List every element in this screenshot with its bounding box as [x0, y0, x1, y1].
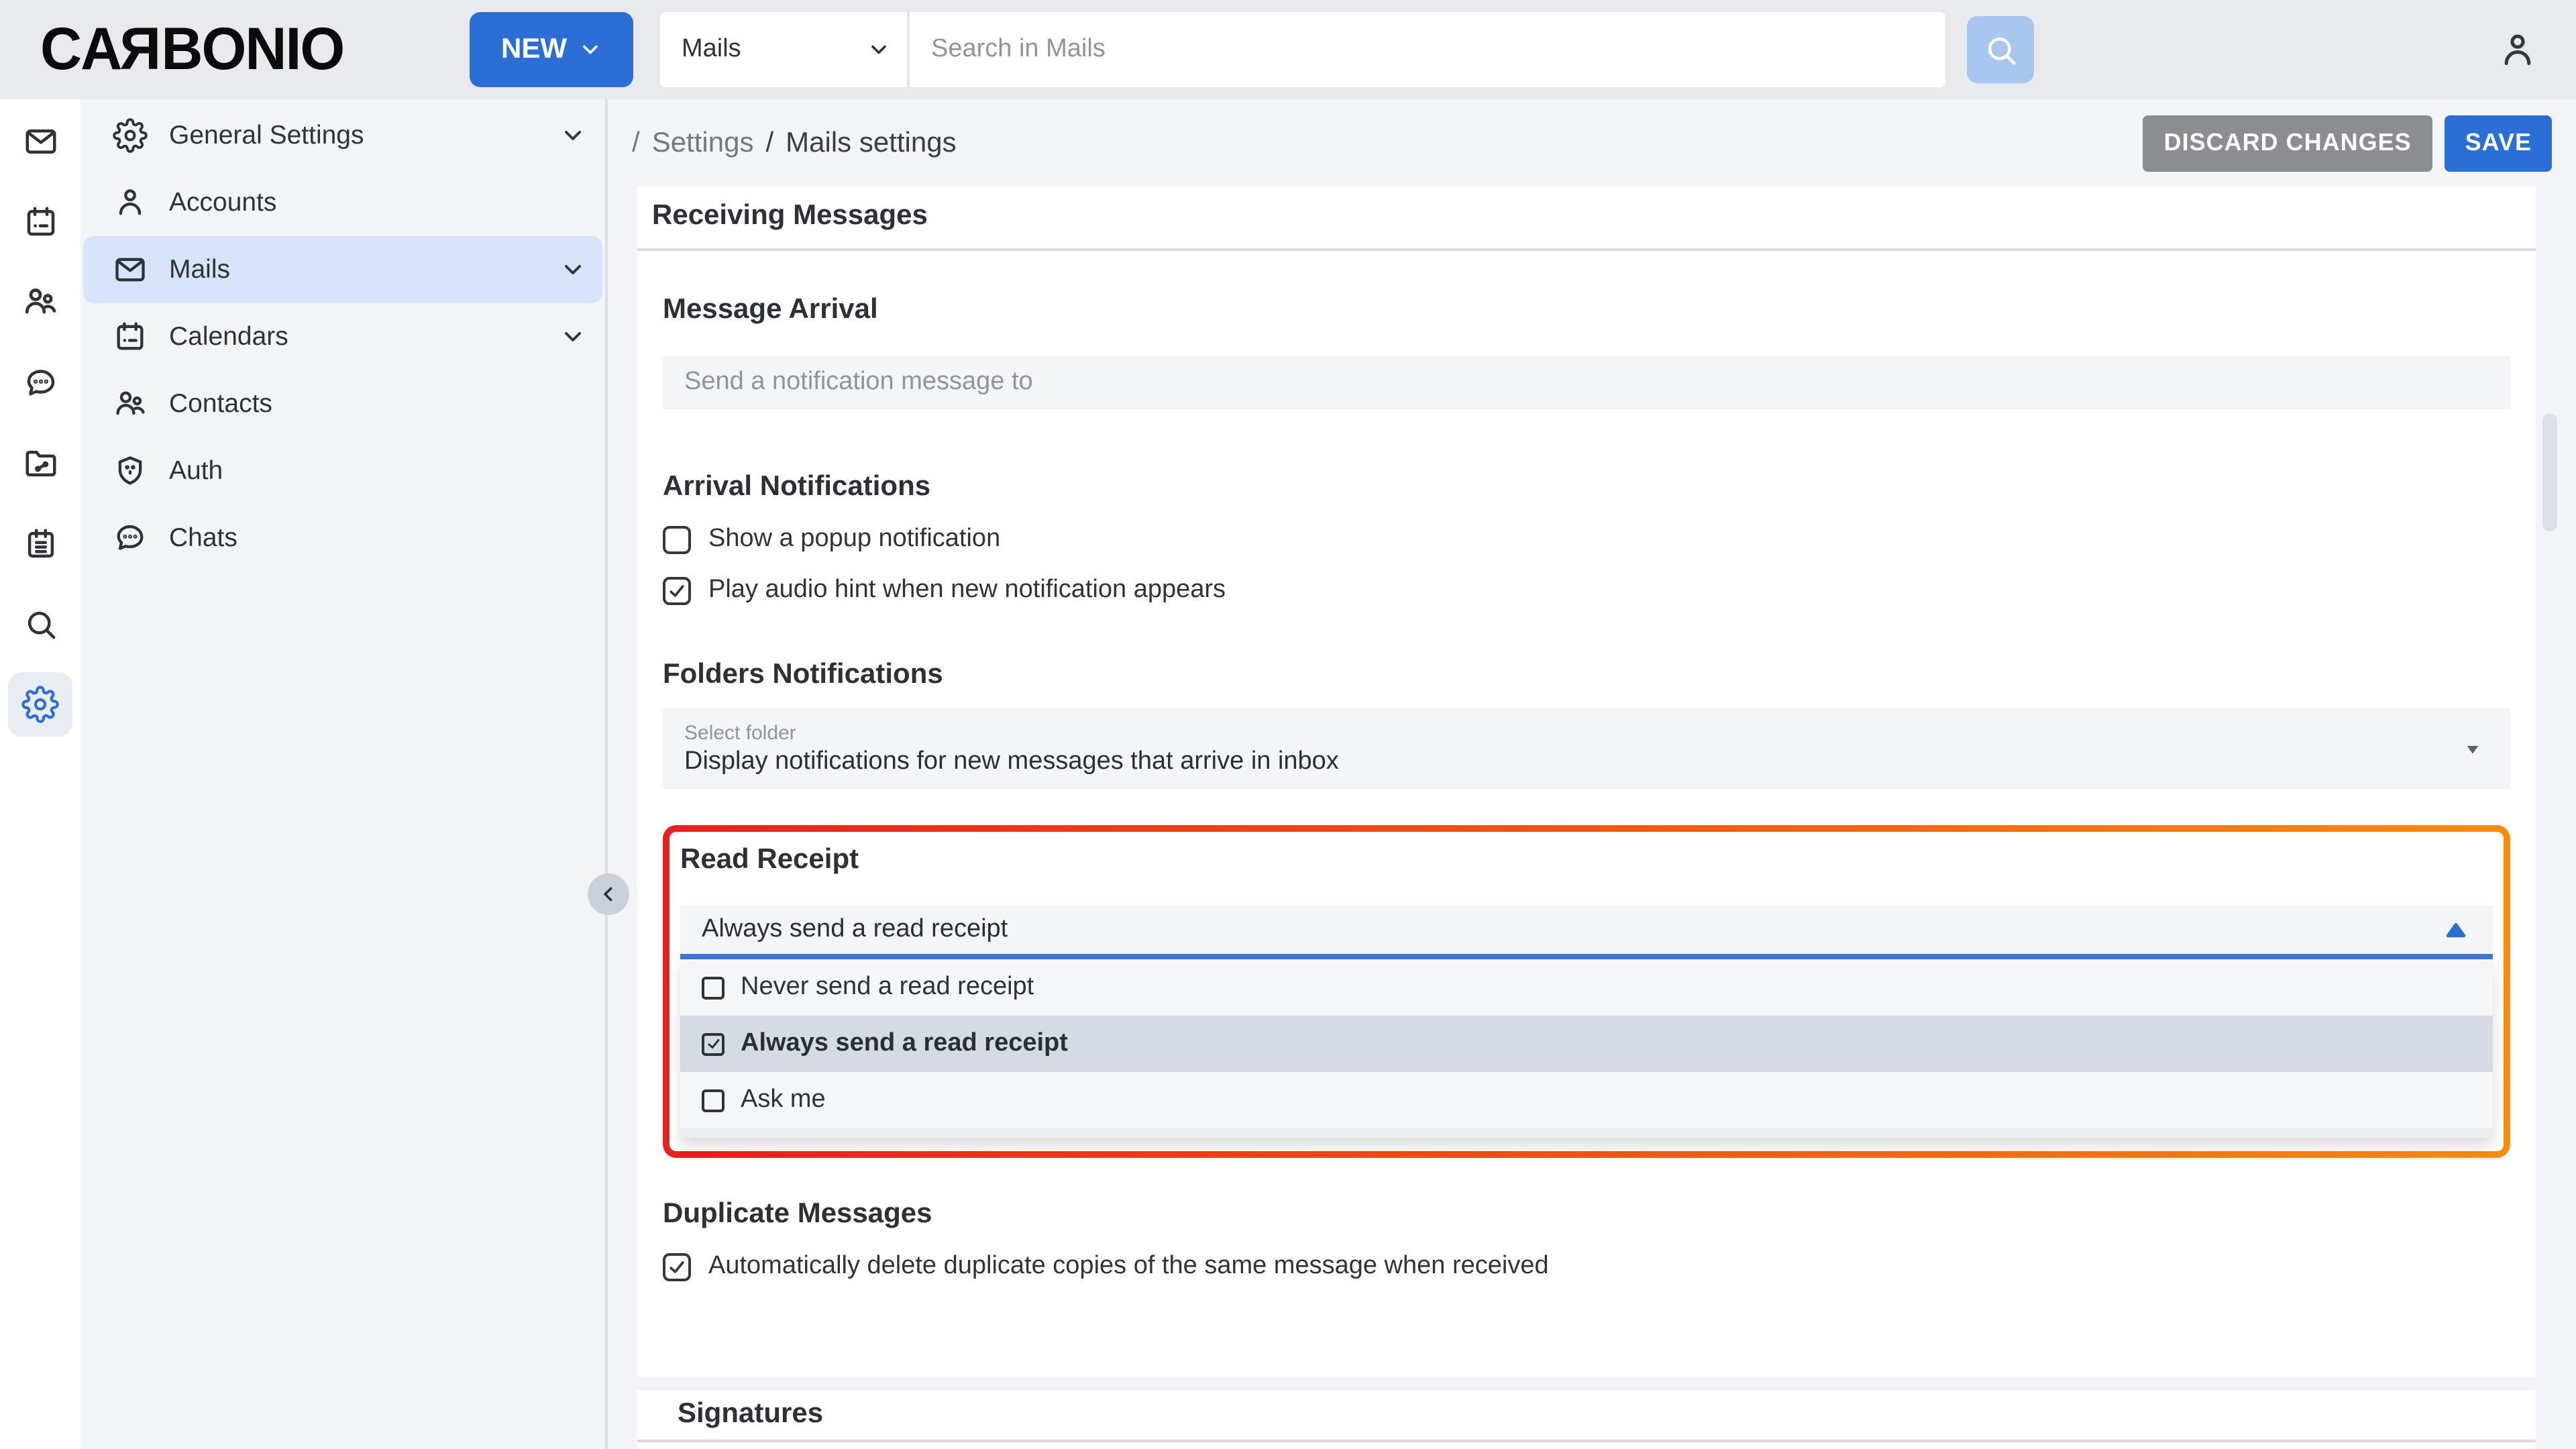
settings-sidebar: General Settings Accounts Mails Calendar… — [80, 99, 608, 1449]
checkbox-unchecked-icon — [702, 1089, 724, 1112]
rail-mail-icon[interactable] — [8, 109, 72, 173]
chevron-down-icon[interactable] — [559, 122, 586, 149]
message-arrival-heading: Message Arrival — [663, 294, 878, 325]
sidebar-collapse-button[interactable] — [588, 873, 629, 915]
folders-notifications-heading: Folders Notifications — [663, 659, 943, 690]
read-receipt-dropdown: Never send a read receipt Always send a … — [680, 959, 2493, 1138]
search-button[interactable] — [1967, 16, 2034, 83]
breadcrumb-settings[interactable]: Settings — [652, 127, 754, 159]
receiving-messages-card: Receiving Messages Message Arrival Send … — [637, 186, 2536, 1377]
dropdown-bottom-shadow — [680, 1128, 2493, 1138]
account-avatar-button[interactable] — [2497, 29, 2538, 70]
rail-contacts-icon[interactable] — [8, 270, 72, 334]
gear-icon — [113, 117, 149, 154]
checkbox-unchecked-icon[interactable] — [663, 525, 691, 553]
shield-icon — [113, 453, 149, 489]
chevron-down-icon[interactable] — [559, 323, 586, 350]
checkbox-checked-icon — [702, 1032, 724, 1055]
folder-select[interactable]: Select folder Display notifications for … — [663, 708, 2510, 789]
divider — [637, 1440, 2536, 1442]
read-receipt-heading: Read Receipt — [680, 844, 859, 875]
dropdown-option-always[interactable]: Always send a read receipt — [680, 1016, 2493, 1072]
save-button[interactable]: SAVE — [2445, 115, 2552, 171]
sidebar-item-auth[interactable]: Auth — [80, 437, 605, 504]
checkbox-checked-icon[interactable] — [663, 576, 691, 604]
duplicate-messages-heading: Duplicate Messages — [663, 1198, 932, 1229]
popup-notification-checkbox-row[interactable]: Show a popup notification — [663, 525, 2510, 554]
sidebar-item-accounts[interactable]: Accounts — [80, 169, 605, 236]
rail-files-icon[interactable] — [8, 431, 72, 495]
sidebar-item-chats[interactable]: Chats — [80, 504, 605, 572]
chevron-down-icon[interactable] — [559, 256, 586, 283]
rail-settings-icon[interactable] — [8, 672, 72, 737]
calendar-icon — [113, 319, 149, 355]
chevron-down-icon — [867, 38, 891, 62]
settings-gear-icon — [21, 686, 59, 723]
breadcrumb-row: / Settings / Mails settings DISCARD CHAN… — [608, 99, 2576, 186]
top-bar: CARBONIO NEW Mails Search in Mails — [0, 0, 2576, 99]
sidebar-item-mails[interactable]: Mails — [83, 236, 602, 303]
dropdown-option-ask-me[interactable]: Ask me — [680, 1072, 2493, 1128]
caret-up-icon — [2443, 917, 2469, 943]
read-receipt-select[interactable]: Always send a read receipt — [680, 906, 2493, 959]
breadcrumb-current: Mails settings — [786, 127, 957, 158]
dropdown-option-never[interactable]: Never send a read receipt — [680, 959, 2493, 1016]
signatures-card: Signatures — [637, 1390, 2536, 1449]
sidebar-item-contacts[interactable]: Contacts — [80, 370, 605, 437]
duplicate-delete-checkbox-row[interactable]: Automatically delete duplicate copies of… — [663, 1252, 2510, 1281]
section-title: Receiving Messages — [652, 200, 928, 231]
settings-main: / Settings / Mails settings DISCARD CHAN… — [608, 99, 2576, 1449]
search-bar: Mails Search in Mails — [660, 12, 1945, 87]
search-icon — [1982, 32, 2019, 68]
people-icon — [113, 386, 149, 422]
signatures-heading: Signatures — [678, 1398, 824, 1429]
arrival-notifications-heading: Arrival Notifications — [663, 471, 931, 502]
discard-changes-button[interactable]: DISCARD CHANGES — [2142, 115, 2433, 171]
rail-chat-icon[interactable] — [8, 350, 72, 415]
checkbox-checked-icon[interactable] — [663, 1252, 691, 1281]
read-receipt-highlight-box: Read Receipt Always send a read receipt … — [663, 825, 2510, 1158]
search-scope-select[interactable]: Mails — [660, 12, 910, 87]
checkbox-unchecked-icon — [702, 976, 724, 999]
breadcrumb: / Settings / Mails settings — [632, 127, 957, 159]
search-input[interactable]: Search in Mails — [910, 12, 1945, 87]
rail-tasks-icon[interactable] — [8, 511, 72, 576]
person-icon — [2497, 29, 2538, 70]
carbonio-app: CARBONIO NEW Mails Search in Mails Gener… — [0, 0, 2576, 1449]
app-rail — [0, 99, 80, 1449]
mail-icon — [113, 252, 149, 288]
chat-icon — [113, 520, 149, 556]
carbonio-logo: CARBONIO — [40, 15, 345, 83]
vertical-scrollbar-thumb[interactable] — [2542, 413, 2557, 531]
notification-message-input[interactable]: Send a notification message to — [663, 356, 2510, 409]
divider — [637, 248, 2536, 251]
new-button[interactable]: NEW — [470, 12, 633, 87]
sidebar-item-general-settings[interactable]: General Settings — [80, 102, 605, 169]
rail-calendar-icon[interactable] — [8, 189, 72, 254]
sidebar-item-calendars[interactable]: Calendars — [80, 303, 605, 370]
rail-search-icon[interactable] — [8, 592, 72, 656]
audio-hint-checkbox-row[interactable]: Play audio hint when new notification ap… — [663, 576, 2510, 605]
chevron-left-icon — [597, 883, 620, 906]
caret-down-icon — [2459, 735, 2486, 762]
chevron-down-icon — [578, 38, 602, 62]
person-icon — [113, 184, 149, 221]
app-shell: General Settings Accounts Mails Calendar… — [0, 99, 2576, 1449]
